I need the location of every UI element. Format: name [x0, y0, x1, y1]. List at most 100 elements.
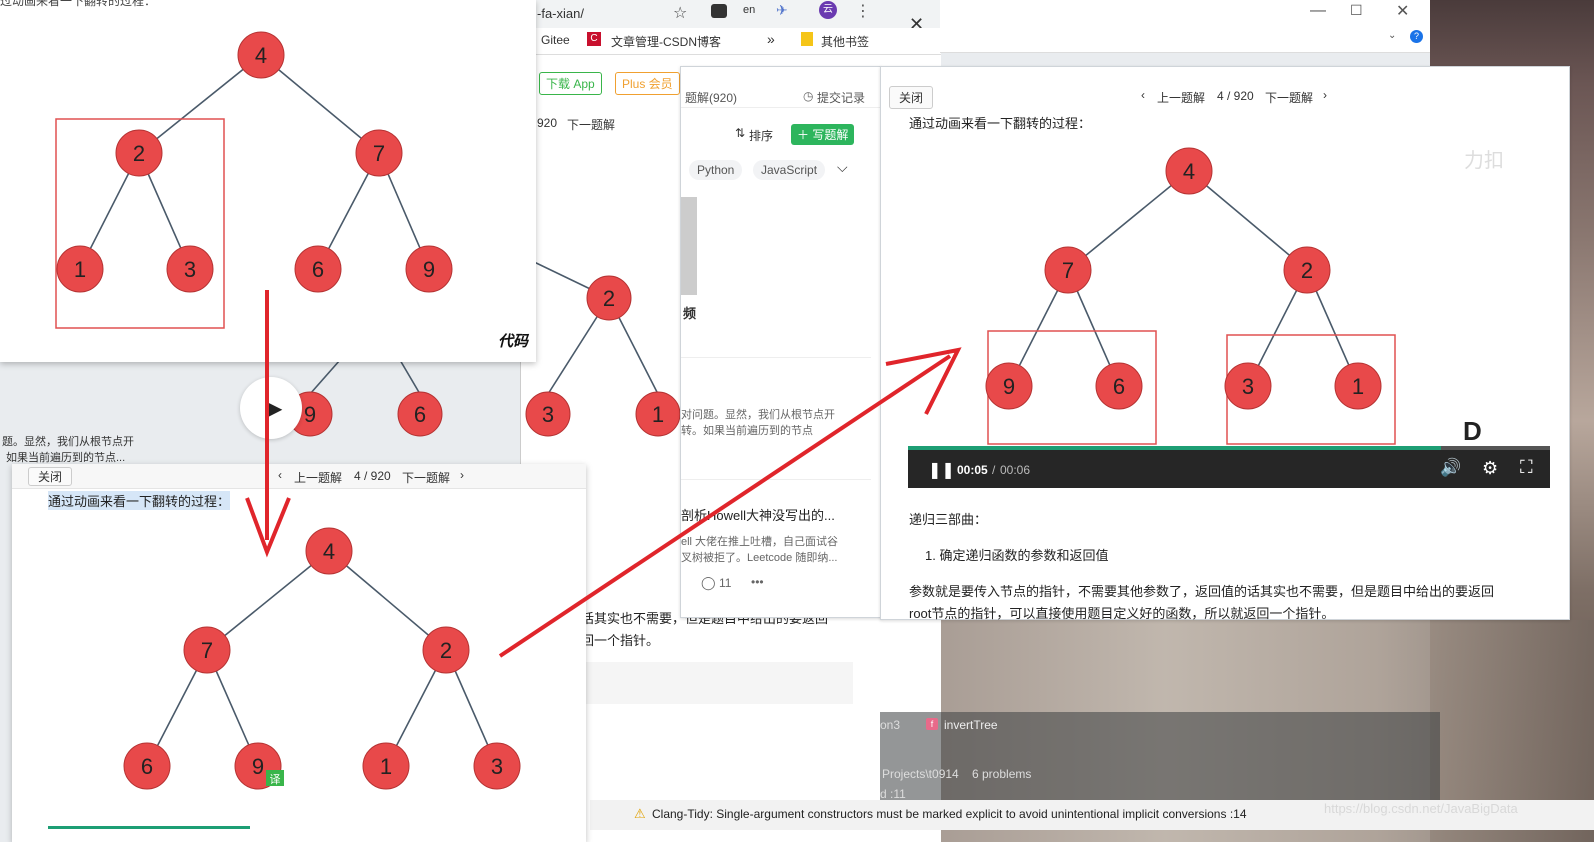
menu-dots-icon[interactable]: ⋮ — [855, 1, 871, 21]
address-bar: -fa-xian/ ☆ en ✈ 云 ⋮ ✕ — [521, 0, 941, 34]
snapshot-toolbar: 关闭 ‹ 上一题解 4 / 920 下一题解 › — [12, 464, 586, 489]
snapshot-caption: 通过动画来看一下翻转的过程： — [48, 491, 231, 510]
url-text[interactable]: -fa-xian/ — [537, 6, 584, 21]
tab-submissions[interactable]: 提交记录 — [817, 89, 865, 106]
pause-icon[interactable]: ❚❚ — [928, 460, 955, 480]
profile-avatar[interactable]: 云 — [819, 1, 837, 19]
time-separator: / — [992, 463, 996, 477]
help-icon[interactable]: ? — [1410, 30, 1423, 43]
video-label: 频 — [683, 306, 697, 321]
history-icon: ◷ — [803, 89, 814, 103]
tree-node: 6 — [1095, 362, 1143, 410]
next-solution-link[interactable]: 下一题解 — [1265, 89, 1313, 106]
extension-icon[interactable] — [711, 4, 727, 18]
lang-tag-python[interactable]: Python — [689, 160, 743, 180]
plus-member-button[interactable]: Plus 会员 — [615, 72, 680, 95]
close-button[interactable]: 关闭 — [889, 86, 934, 109]
time-current: 00:05 — [957, 463, 988, 477]
close-window-icon[interactable]: ✕ — [1396, 1, 1409, 21]
tree-node: 4 — [237, 31, 285, 79]
item-desc-2: 叉树被拒了。Leetcode 随即纳... — [681, 552, 838, 564]
prev-solution-link[interactable]: 上一题解 — [1157, 89, 1205, 106]
sort-button[interactable]: 排序 — [749, 127, 773, 144]
breadcrumb-file[interactable]: on3 — [880, 718, 900, 732]
video-thumbnail[interactable] — [681, 197, 697, 295]
translate-icon[interactable]: en — [743, 4, 755, 16]
svg-text:3: 3 — [491, 754, 503, 779]
warning-message: Clang-Tidy: Single-argument constructors… — [652, 807, 1247, 821]
line-ref: d :11 — [880, 787, 906, 801]
volume-icon[interactable]: 🔊 — [1440, 458, 1461, 478]
lang-tag-javascript[interactable]: JavaScript — [753, 160, 826, 180]
svg-text:4: 4 — [1183, 159, 1195, 184]
svg-text:6: 6 — [141, 754, 153, 779]
maximize-icon[interactable]: ☐ — [1350, 2, 1363, 19]
bg-text-line-4: 回一个指针。 — [581, 633, 660, 648]
svg-text:1: 1 — [652, 402, 664, 427]
comment-icon: ◯ — [701, 575, 716, 590]
write-solution-label: 写题解 — [812, 128, 849, 142]
next-solution-link[interactable]: 下一题解 — [402, 469, 450, 486]
svg-text:9: 9 — [1003, 374, 1015, 399]
bookmark-gitee[interactable]: Gitee — [541, 33, 570, 47]
video-controls: ❚❚ 00:05 / 00:06 🔊 ⚙ ⛶ — [908, 450, 1550, 488]
warning-icon: ⚠ — [634, 806, 646, 821]
tree-node: 1 — [56, 245, 104, 293]
bookmark-other[interactable]: 其他书签 — [821, 33, 869, 50]
chevron-left-icon[interactable]: ‹ — [1141, 88, 1145, 102]
item-text-2: 转。如果当前遍历到的节点 — [681, 425, 813, 437]
more-menu[interactable]: ••• — [751, 575, 764, 589]
svg-text:4: 4 — [323, 539, 335, 564]
problems-count[interactable]: 6 problems — [972, 767, 1031, 781]
chevron-left-icon[interactable]: ‹ — [278, 468, 282, 482]
svg-text:译: 译 — [270, 773, 281, 786]
code-watermark: 代码 — [498, 333, 529, 350]
ide-status-bar: ⚠ Clang-Tidy: Single-argument constructo… — [590, 800, 1594, 830]
tree-node: 1 — [635, 391, 680, 437]
play-button[interactable]: ▶ — [240, 377, 302, 439]
feather-icon[interactable]: ✈ — [776, 2, 788, 19]
breadcrumb-function[interactable]: invertTree — [944, 718, 998, 732]
item-title[interactable]: 剖析Howell大神没写出的... — [681, 505, 835, 524]
divider — [681, 479, 871, 480]
prev-solution-link[interactable]: 上一题解 — [294, 469, 342, 486]
tree-node: 7 — [183, 626, 231, 674]
original-tree: 4 2 7 1 3 6 9 — [55, 31, 453, 329]
csdn-icon: C — [587, 32, 601, 46]
tree-node: 9 — [985, 362, 1033, 410]
svg-text:3: 3 — [184, 257, 196, 282]
chevron-down-icon[interactable]: ⌄ — [1388, 30, 1396, 41]
tree-node: 3 — [166, 245, 214, 293]
bg-text-line-1: 题。显然，我们从根节点开 — [2, 436, 134, 448]
svg-text:9: 9 — [423, 257, 435, 282]
chevron-right-icon[interactable]: › — [460, 468, 464, 482]
tree-node: 4 — [1165, 147, 1213, 195]
svg-text:6: 6 — [414, 402, 426, 427]
tree-node: 2 — [586, 275, 632, 321]
next-solution-link[interactable]: 下一题解 — [567, 116, 615, 133]
settings-gear-icon[interactable]: ⚙ — [1482, 458, 1498, 479]
screenshot-original-tree: 过动画来看一下翻转的过程： 4 2 7 1 3 6 9 代码 — [0, 0, 536, 362]
tree-node: 9 — [405, 245, 453, 293]
bookmark-star-icon[interactable]: ☆ — [673, 3, 687, 23]
svg-text:1: 1 — [1352, 374, 1364, 399]
chevron-right-icon[interactable]: › — [1323, 88, 1327, 102]
fullscreen-icon[interactable]: ⛶ — [1520, 457, 1533, 478]
close-button[interactable]: 关闭 — [28, 467, 73, 486]
minimize-icon[interactable]: — — [1310, 2, 1326, 20]
chevron-right-icon[interactable]: » — [767, 31, 775, 47]
tree-node: 1 — [1334, 362, 1382, 410]
chevron-down-icon[interactable]: ⌵ — [837, 159, 848, 176]
video-player[interactable]: 力扣 4 7 2 9 6 3 1 D — [908, 130, 1550, 488]
tree-node: 2 — [1283, 246, 1331, 294]
write-solution-button[interactable]: ＋ 写题解 — [791, 124, 855, 145]
svg-text:9: 9 — [304, 402, 316, 427]
tab-solutions[interactable]: 题解(920) — [685, 89, 737, 106]
page-indicator: 4 / 920 — [354, 469, 391, 483]
play-icon: ▶ — [267, 398, 283, 420]
svg-text:4: 4 — [255, 43, 267, 68]
project-path: Projects\t0914 — [882, 767, 959, 781]
bookmark-csdn[interactable]: 文章管理-CSDN博客 — [611, 33, 721, 50]
item-desc-1: ell 大佬在推上吐槽，自己面试谷 — [681, 536, 839, 548]
download-app-button[interactable]: 下载 App — [539, 72, 602, 95]
